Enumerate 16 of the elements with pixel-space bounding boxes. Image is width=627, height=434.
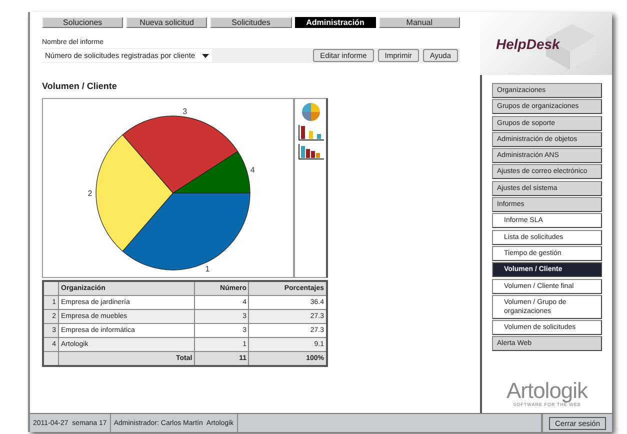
slice-label: 3 (182, 106, 188, 116)
report-title: Volumen / Cliente (42, 81, 118, 91)
slice-label: 2 (88, 189, 92, 198)
nav-tab[interactable]: Administración (294, 17, 376, 28)
logo-text: HelpDesk (496, 36, 560, 52)
nav-tab[interactable]: Manual (378, 17, 460, 28)
grouped-bar-chart-icon[interactable] (298, 144, 324, 160)
nav-tab[interactable]: Nueva solicitud (126, 17, 208, 28)
caret-icon (202, 54, 209, 58)
slice-label: 1 (205, 264, 210, 274)
nav-tab[interactable]: Solicitudes (210, 17, 292, 28)
nav-tab[interactable]: Soluciones (42, 17, 124, 28)
brand-logo-text: Artologik (506, 380, 588, 402)
pie-chart-icon[interactable] (300, 102, 320, 122)
slice-label: 4 (250, 166, 255, 175)
bar-chart-icon[interactable] (298, 125, 324, 141)
